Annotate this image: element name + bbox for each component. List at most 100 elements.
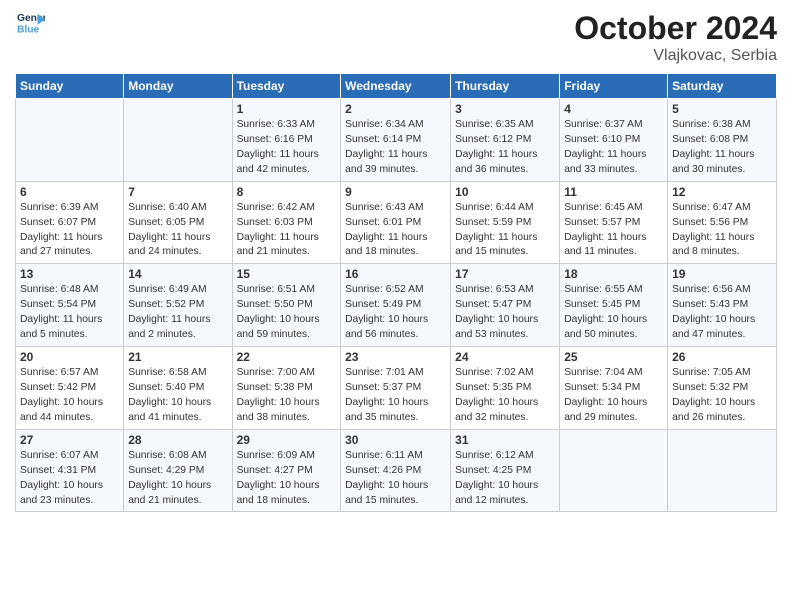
calendar-day-cell: 3 Sunrise: 6:35 AM Sunset: 6:12 PM Daylig… bbox=[451, 99, 560, 182]
calendar-day-cell: 6 Sunrise: 6:39 AM Sunset: 6:07 PM Daylig… bbox=[16, 181, 124, 264]
calendar-day-cell: 19 Sunrise: 6:56 AM Sunset: 5:43 PM Dayli… bbox=[668, 264, 777, 347]
day-number: 20 bbox=[20, 350, 119, 364]
calendar-day-cell: 23 Sunrise: 7:01 AM Sunset: 5:37 PM Dayli… bbox=[341, 347, 451, 430]
day-info: Sunrise: 6:12 AM Sunset: 4:25 PM Dayligh… bbox=[455, 449, 555, 509]
calendar-table: SundayMondayTuesdayWednesdayThursdayFrid… bbox=[15, 73, 777, 512]
day-info: Sunrise: 6:35 AM Sunset: 6:12 PM Dayligh… bbox=[455, 118, 555, 178]
calendar-day-cell: 16 Sunrise: 6:52 AM Sunset: 5:49 PM Dayli… bbox=[341, 264, 451, 347]
calendar-day-cell: 11 Sunrise: 6:45 AM Sunset: 5:57 PM Dayli… bbox=[560, 181, 668, 264]
day-number: 4 bbox=[564, 102, 663, 116]
calendar-week-row: 6 Sunrise: 6:39 AM Sunset: 6:07 PM Daylig… bbox=[16, 181, 777, 264]
calendar-week-row: 13 Sunrise: 6:48 AM Sunset: 5:54 PM Dayli… bbox=[16, 264, 777, 347]
calendar-day-cell: 20 Sunrise: 6:57 AM Sunset: 5:42 PM Dayli… bbox=[16, 347, 124, 430]
day-info: Sunrise: 6:52 AM Sunset: 5:49 PM Dayligh… bbox=[345, 283, 446, 343]
weekday-header-thursday: Thursday bbox=[451, 74, 560, 99]
page-header: General Blue October 2024 Vlajkovac, Ser… bbox=[15, 10, 777, 65]
calendar-day-cell: 1 Sunrise: 6:33 AM Sunset: 6:16 PM Daylig… bbox=[232, 99, 341, 182]
weekday-header-saturday: Saturday bbox=[668, 74, 777, 99]
day-info: Sunrise: 6:48 AM Sunset: 5:54 PM Dayligh… bbox=[20, 283, 119, 343]
day-number: 2 bbox=[345, 102, 446, 116]
day-number: 11 bbox=[564, 185, 663, 199]
day-number: 6 bbox=[20, 185, 119, 199]
calendar-week-row: 1 Sunrise: 6:33 AM Sunset: 6:16 PM Daylig… bbox=[16, 99, 777, 182]
calendar-week-row: 27 Sunrise: 6:07 AM Sunset: 4:31 PM Dayli… bbox=[16, 429, 777, 512]
day-info: Sunrise: 6:33 AM Sunset: 6:16 PM Dayligh… bbox=[237, 118, 337, 178]
weekday-header-row: SundayMondayTuesdayWednesdayThursdayFrid… bbox=[16, 74, 777, 99]
day-number: 3 bbox=[455, 102, 555, 116]
day-info: Sunrise: 7:01 AM Sunset: 5:37 PM Dayligh… bbox=[345, 366, 446, 426]
calendar-day-cell: 13 Sunrise: 6:48 AM Sunset: 5:54 PM Dayli… bbox=[16, 264, 124, 347]
day-number: 28 bbox=[128, 433, 227, 447]
day-number: 19 bbox=[672, 267, 772, 281]
calendar-day-cell: 21Sunrise: 6:58 AM Sunset: 5:40 PM Dayli… bbox=[124, 347, 232, 430]
calendar-day-cell: 2 Sunrise: 6:34 AM Sunset: 6:14 PM Daylig… bbox=[341, 99, 451, 182]
calendar-day-cell: 15 Sunrise: 6:51 AM Sunset: 5:50 PM Dayli… bbox=[232, 264, 341, 347]
day-info: Sunrise: 6:56 AM Sunset: 5:43 PM Dayligh… bbox=[672, 283, 772, 343]
day-info: Sunrise: 6:40 AM Sunset: 6:05 PM Dayligh… bbox=[128, 201, 227, 261]
calendar-day-cell: 27 Sunrise: 6:07 AM Sunset: 4:31 PM Dayli… bbox=[16, 429, 124, 512]
day-info: Sunrise: 7:04 AM Sunset: 5:34 PM Dayligh… bbox=[564, 366, 663, 426]
main-container: General Blue October 2024 Vlajkovac, Ser… bbox=[0, 0, 792, 522]
day-info: Sunrise: 6:42 AM Sunset: 6:03 PM Dayligh… bbox=[237, 201, 337, 261]
day-number: 10 bbox=[455, 185, 555, 199]
day-number: 17 bbox=[455, 267, 555, 281]
day-info: Sunrise: 7:00 AM Sunset: 5:38 PM Dayligh… bbox=[237, 366, 337, 426]
day-info: Sunrise: 6:07 AM Sunset: 4:31 PM Dayligh… bbox=[20, 449, 119, 509]
day-info: Sunrise: 6:37 AM Sunset: 6:10 PM Dayligh… bbox=[564, 118, 663, 178]
calendar-day-cell: 22Sunrise: 7:00 AM Sunset: 5:38 PM Dayli… bbox=[232, 347, 341, 430]
location: Vlajkovac, Serbia bbox=[574, 47, 777, 65]
calendar-day-cell: 14 Sunrise: 6:49 AM Sunset: 5:52 PM Dayli… bbox=[124, 264, 232, 347]
calendar-day-cell bbox=[16, 99, 124, 182]
calendar-day-cell: 7Sunrise: 6:40 AM Sunset: 6:05 PM Daylig… bbox=[124, 181, 232, 264]
calendar-day-cell bbox=[560, 429, 668, 512]
calendar-day-cell: 5 Sunrise: 6:38 AM Sunset: 6:08 PM Daylig… bbox=[668, 99, 777, 182]
day-info: Sunrise: 6:38 AM Sunset: 6:08 PM Dayligh… bbox=[672, 118, 772, 178]
day-number: 1 bbox=[237, 102, 337, 116]
day-info: Sunrise: 6:34 AM Sunset: 6:14 PM Dayligh… bbox=[345, 118, 446, 178]
logo: General Blue bbox=[15, 10, 45, 38]
day-info: Sunrise: 6:51 AM Sunset: 5:50 PM Dayligh… bbox=[237, 283, 337, 343]
day-number: 18 bbox=[564, 267, 663, 281]
weekday-header-wednesday: Wednesday bbox=[341, 74, 451, 99]
day-number: 25 bbox=[564, 350, 663, 364]
day-number: 14 bbox=[128, 267, 227, 281]
weekday-header-friday: Friday bbox=[560, 74, 668, 99]
svg-text:Blue: Blue bbox=[17, 24, 40, 35]
day-info: Sunrise: 6:44 AM Sunset: 5:59 PM Dayligh… bbox=[455, 201, 555, 261]
calendar-day-cell bbox=[668, 429, 777, 512]
calendar-day-cell: 12Sunrise: 6:47 AM Sunset: 5:56 PM Dayli… bbox=[668, 181, 777, 264]
calendar-day-cell: 17 Sunrise: 6:53 AM Sunset: 5:47 PM Dayli… bbox=[451, 264, 560, 347]
calendar-day-cell: 24 Sunrise: 7:02 AM Sunset: 5:35 PM Dayli… bbox=[451, 347, 560, 430]
calendar-day-cell: 18 Sunrise: 6:55 AM Sunset: 5:45 PM Dayli… bbox=[560, 264, 668, 347]
calendar-day-cell: 8Sunrise: 6:42 AM Sunset: 6:03 PM Daylig… bbox=[232, 181, 341, 264]
calendar-day-cell: 31 Sunrise: 6:12 AM Sunset: 4:25 PM Dayli… bbox=[451, 429, 560, 512]
calendar-day-cell: 26Sunrise: 7:05 AM Sunset: 5:32 PM Dayli… bbox=[668, 347, 777, 430]
day-number: 27 bbox=[20, 433, 119, 447]
day-info: Sunrise: 6:43 AM Sunset: 6:01 PM Dayligh… bbox=[345, 201, 446, 261]
day-number: 9 bbox=[345, 185, 446, 199]
calendar-week-row: 20 Sunrise: 6:57 AM Sunset: 5:42 PM Dayli… bbox=[16, 347, 777, 430]
day-info: Sunrise: 6:49 AM Sunset: 5:52 PM Dayligh… bbox=[128, 283, 227, 343]
day-info: Sunrise: 6:55 AM Sunset: 5:45 PM Dayligh… bbox=[564, 283, 663, 343]
day-info: Sunrise: 6:08 AM Sunset: 4:29 PM Dayligh… bbox=[128, 449, 227, 509]
day-info: Sunrise: 6:45 AM Sunset: 5:57 PM Dayligh… bbox=[564, 201, 663, 261]
day-number: 26 bbox=[672, 350, 772, 364]
calendar-day-cell: 30Sunrise: 6:11 AM Sunset: 4:26 PM Dayli… bbox=[341, 429, 451, 512]
day-number: 24 bbox=[455, 350, 555, 364]
day-number: 16 bbox=[345, 267, 446, 281]
day-info: Sunrise: 6:39 AM Sunset: 6:07 PM Dayligh… bbox=[20, 201, 119, 261]
day-number: 31 bbox=[455, 433, 555, 447]
month-title: October 2024 bbox=[574, 10, 777, 47]
day-info: Sunrise: 6:57 AM Sunset: 5:42 PM Dayligh… bbox=[20, 366, 119, 426]
day-number: 15 bbox=[237, 267, 337, 281]
day-number: 21 bbox=[128, 350, 227, 364]
day-info: Sunrise: 6:53 AM Sunset: 5:47 PM Dayligh… bbox=[455, 283, 555, 343]
day-number: 5 bbox=[672, 102, 772, 116]
day-number: 13 bbox=[20, 267, 119, 281]
weekday-header-tuesday: Tuesday bbox=[232, 74, 341, 99]
day-info: Sunrise: 6:11 AM Sunset: 4:26 PM Dayligh… bbox=[345, 449, 446, 509]
day-number: 23 bbox=[345, 350, 446, 364]
logo-icon: General Blue bbox=[17, 10, 45, 38]
day-info: Sunrise: 7:02 AM Sunset: 5:35 PM Dayligh… bbox=[455, 366, 555, 426]
day-info: Sunrise: 6:47 AM Sunset: 5:56 PM Dayligh… bbox=[672, 201, 772, 261]
